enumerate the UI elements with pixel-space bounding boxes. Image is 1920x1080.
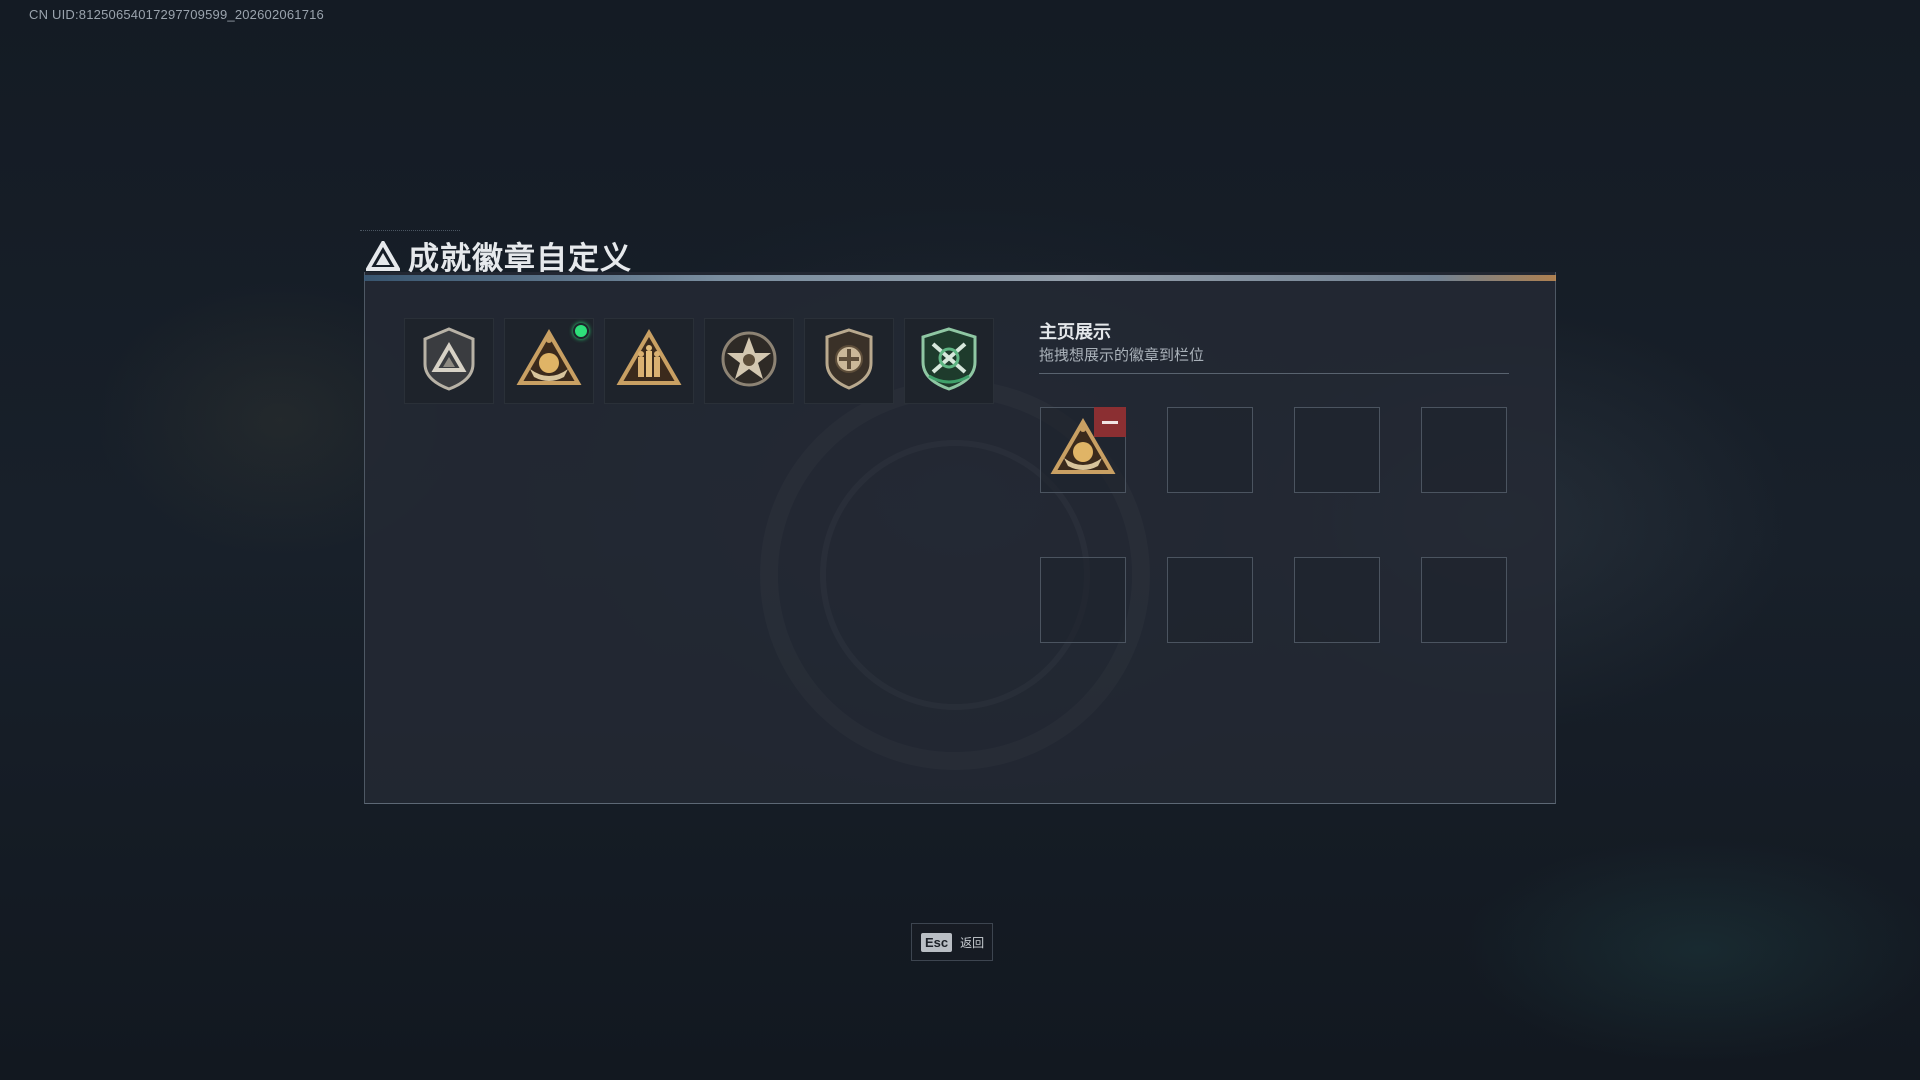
showcase-slot-8[interactable] — [1421, 557, 1507, 643]
boat-triangle-badge-icon — [516, 329, 582, 393]
badge-item[interactable] — [504, 318, 594, 404]
triangle-logo-icon — [366, 240, 400, 271]
badge-item[interactable] — [604, 318, 694, 404]
showcase-title: 主页展示 — [1039, 322, 1111, 343]
owned-badge-list — [404, 318, 994, 404]
remove-badge-button[interactable] — [1094, 407, 1126, 437]
showcase-subtitle: 拖拽想展示的徽章到栏位 — [1039, 346, 1205, 364]
cross-shield-badge-icon — [821, 327, 877, 395]
shield-triangle-badge-icon — [419, 326, 479, 396]
showcase-divider — [1039, 373, 1509, 374]
showcase-slot-7[interactable] — [1294, 557, 1380, 643]
badge-item[interactable] — [704, 318, 794, 404]
showcase-slot-3[interactable] — [1294, 407, 1380, 493]
showcase-slot-1[interactable] — [1040, 407, 1126, 493]
badge-item[interactable] — [404, 318, 494, 404]
new-indicator — [573, 323, 589, 339]
showcase-slot-4[interactable] — [1421, 407, 1507, 493]
minus-icon — [1102, 420, 1118, 424]
back-button[interactable]: Esc 返回 — [911, 923, 993, 961]
back-label: 返回 — [960, 935, 985, 950]
uid-label: CN UID:81250654017297709599_202602061716 — [29, 7, 324, 22]
green-crossed-rifles-badge-icon — [917, 326, 981, 396]
figures-triangle-badge-icon — [616, 329, 682, 393]
showcase-slot-5[interactable] — [1040, 557, 1126, 643]
badge-item[interactable] — [904, 318, 994, 404]
star-medal-badge-icon — [719, 329, 779, 393]
panel-top-bar — [364, 275, 1556, 281]
esc-key-icon: Esc — [921, 932, 953, 952]
showcase-slot-2[interactable] — [1167, 407, 1253, 493]
badge-item[interactable] — [804, 318, 894, 404]
showcase-slot-6[interactable] — [1167, 557, 1253, 643]
